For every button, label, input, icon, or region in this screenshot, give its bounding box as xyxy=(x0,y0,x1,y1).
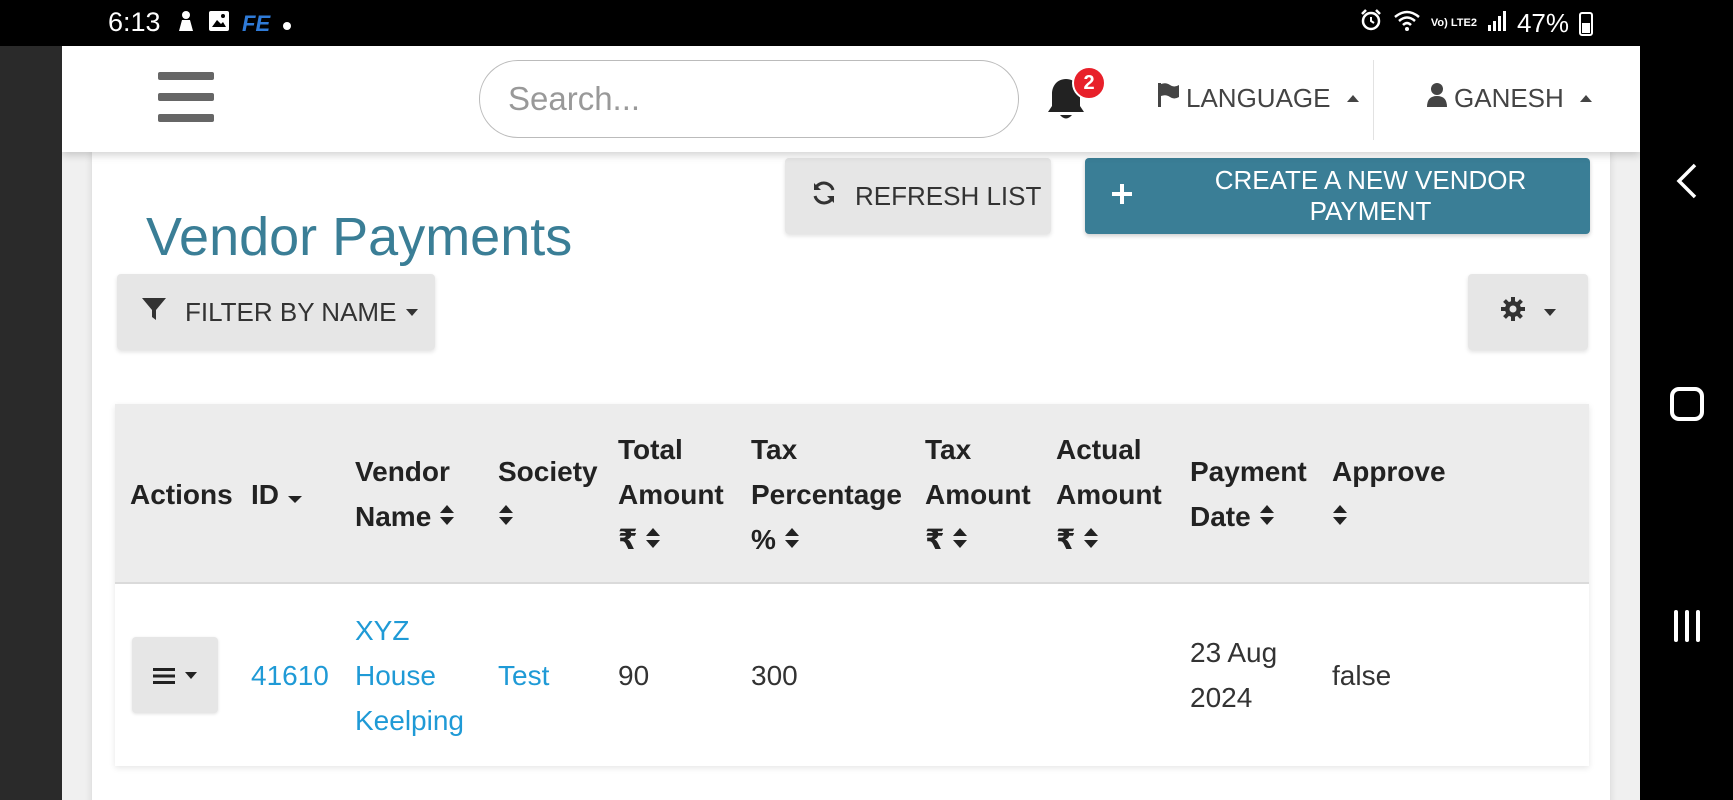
table-header: Actions ID Vendor Name Society Total Amo… xyxy=(115,404,1589,584)
top-navbar: 2 LANGUAGE GANESH xyxy=(62,46,1640,152)
row-vendor-name-link[interactable]: XYZ House Keelping xyxy=(355,584,464,766)
sort-icon xyxy=(645,517,661,562)
payment-date-line: 2024 xyxy=(1190,682,1253,713)
caret-down-icon xyxy=(1544,308,1556,316)
sort-icon xyxy=(1332,494,1348,539)
recent-apps-button[interactable] xyxy=(1640,596,1733,656)
page-title: Vendor Payments xyxy=(146,207,573,267)
user-dropdown[interactable]: GANESH xyxy=(1426,78,1592,118)
vendor-name-line: XYZ xyxy=(355,614,410,646)
battery-percent: 47% xyxy=(1516,8,1569,38)
home-button[interactable] xyxy=(1640,374,1733,434)
column-header-approve[interactable]: Approve xyxy=(1332,404,1446,584)
back-button[interactable] xyxy=(1640,151,1733,211)
column-header-actions: Actions xyxy=(130,478,233,510)
sort-icon xyxy=(784,517,800,562)
column-header-actual-amount[interactable]: Actual Amount ₹ xyxy=(1056,404,1162,584)
sort-icon xyxy=(498,494,514,539)
sort-icon xyxy=(1083,517,1099,562)
row-id-link[interactable]: 41610 xyxy=(251,584,329,766)
battery-icon xyxy=(1579,11,1593,36)
row-approve: false xyxy=(1332,659,1392,691)
navbar-divider xyxy=(1373,60,1374,140)
gear-icon xyxy=(1500,296,1526,329)
caret-up-icon xyxy=(1346,94,1359,102)
system-nav-bar xyxy=(1640,46,1733,800)
vendor-name-line: House xyxy=(355,659,436,691)
row-actions-menu-button[interactable] xyxy=(132,637,218,713)
caret-down-icon xyxy=(406,308,419,316)
user-name-label: GANESH xyxy=(1454,82,1564,113)
hamburger-bar xyxy=(158,114,214,122)
plus-icon xyxy=(1111,181,1133,212)
table-settings-button[interactable] xyxy=(1468,274,1588,350)
column-header-payment-date[interactable]: Payment Date xyxy=(1190,404,1307,584)
caret-down-icon xyxy=(185,671,197,679)
create-vendor-payment-button[interactable]: CREATE A NEW VENDOR PAYMENT xyxy=(1085,158,1590,234)
refresh-list-label: REFRESH LIST xyxy=(855,180,1042,211)
alarm-icon xyxy=(1359,8,1383,39)
back-chevron-icon xyxy=(1676,163,1696,199)
column-header-vendor-name[interactable]: Vendor Name xyxy=(355,404,455,584)
sort-icon xyxy=(439,494,455,539)
hamburger-bar xyxy=(158,93,214,101)
gallery-icon xyxy=(208,10,230,38)
status-time: 6:13 xyxy=(108,7,161,37)
column-header-tax-percentage[interactable]: Tax Percentage % xyxy=(751,404,902,584)
column-header-society[interactable]: Society xyxy=(498,404,598,584)
hamburger-bar xyxy=(158,72,214,80)
search-input[interactable] xyxy=(479,60,1019,138)
vendor-payments-table: Actions ID Vendor Name Society Total Amo… xyxy=(115,404,1589,766)
language-dropdown[interactable]: LANGUAGE xyxy=(1156,78,1359,118)
column-header-total-amount[interactable]: Total Amount ₹ xyxy=(618,404,724,584)
user-icon xyxy=(1426,82,1448,115)
row-society-link[interactable]: Test xyxy=(498,584,549,766)
language-label: LANGUAGE xyxy=(1186,82,1331,113)
column-header-tax-amount[interactable]: Tax Amount ₹ xyxy=(925,404,1031,584)
column-header-id[interactable]: ID xyxy=(251,404,303,584)
flag-icon xyxy=(1156,82,1180,115)
payment-date-line: 23 Aug xyxy=(1190,637,1278,668)
row-actions-cell xyxy=(132,584,218,766)
caret-up-icon xyxy=(1579,94,1592,102)
status-right-icons: Vo) LTE2 47% xyxy=(1359,8,1593,39)
network-type-label: Vo) LTE2 xyxy=(1430,17,1477,29)
table-row: 41610 XYZ House Keelping Test 90 300 23 … xyxy=(115,584,1589,766)
menu-toggle-button[interactable] xyxy=(158,72,214,122)
filter-by-name-button[interactable]: FILTER BY NAME xyxy=(117,274,435,350)
filter-icon xyxy=(141,296,167,329)
row-tax-percentage: 300 xyxy=(751,659,798,691)
vendor-name-line: Keelping xyxy=(355,704,464,736)
recents-icon xyxy=(1673,610,1700,642)
notification-app-icon xyxy=(176,10,196,38)
dot-icon xyxy=(282,11,292,37)
left-edge xyxy=(0,46,62,800)
refresh-icon xyxy=(811,180,837,213)
status-left-icons: FE xyxy=(176,10,292,38)
notification-count-badge: 2 xyxy=(1072,66,1106,100)
wifi-icon xyxy=(1393,8,1421,39)
bars-icon xyxy=(153,653,175,698)
home-icon xyxy=(1669,387,1704,421)
row-total-amount: 90 xyxy=(618,659,650,691)
status-bar: 6:13 FE Vo) LTE2 47% xyxy=(0,0,1733,46)
sort-icon xyxy=(1259,494,1275,539)
row-payment-date: 23 Aug 2024 xyxy=(1190,584,1277,766)
app-window: 2 LANGUAGE GANESH Vendor Payments REFRES… xyxy=(62,46,1640,800)
sort-icon xyxy=(952,517,968,562)
filter-by-name-label: FILTER BY NAME xyxy=(185,296,397,327)
fe-app-icon: FE xyxy=(242,11,271,36)
create-vendor-payment-label: CREATE A NEW VENDOR PAYMENT xyxy=(1214,165,1527,226)
sort-desc-icon xyxy=(287,472,303,517)
signal-icon xyxy=(1487,8,1507,39)
refresh-list-button[interactable]: REFRESH LIST xyxy=(785,158,1051,234)
